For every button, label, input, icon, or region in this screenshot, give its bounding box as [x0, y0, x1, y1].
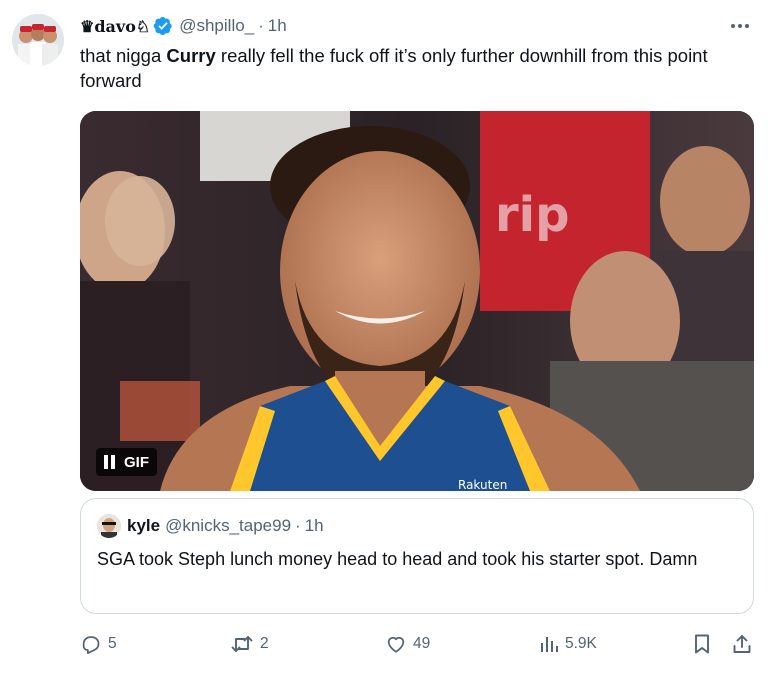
views-icon — [539, 634, 559, 654]
quoted-author-handle: @knicks_tape99 — [165, 516, 292, 535]
author-display-name[interactable]: ♛davo♘ — [80, 17, 150, 36]
share-icon — [731, 633, 753, 655]
bookmark-button[interactable] — [692, 630, 712, 658]
quoted-tweet-text: SGA took Steph lunch money head to head … — [97, 549, 698, 569]
views-button[interactable]: 5.9K — [539, 630, 597, 658]
views-count: 5.9K — [565, 635, 597, 652]
bookmark-icon — [692, 633, 712, 655]
quoted-tweet[interactable]: kyle @knicks_tape99 · 1h SGA took Steph … — [80, 498, 754, 614]
svg-text:rip: rip — [495, 187, 569, 243]
author-handle[interactable]: @shpillo_ — [179, 16, 254, 36]
retweet-icon — [230, 633, 254, 655]
gif-label: GIF — [124, 453, 149, 471]
tweet[interactable]: ♛davo♘ @shpillo_ · 1h that nigga Curry r… — [0, 0, 771, 673]
like-icon — [385, 633, 407, 655]
retweet-count: 2 — [260, 635, 269, 652]
action-bar: 5 2 49 5.9K — [80, 630, 756, 658]
tweet-timestamp[interactable]: 1h — [268, 16, 287, 36]
quoted-tweet-timestamp: 1h — [304, 516, 324, 535]
pause-icon[interactable] — [104, 455, 115, 469]
tweet-text: that nigga Curry really fell the fuck of… — [80, 43, 750, 93]
reply-button[interactable]: 5 — [80, 630, 117, 658]
jersey-sponsor-text: Rakuten — [458, 478, 507, 491]
retweet-button[interactable]: 2 — [230, 630, 269, 658]
separator-dot: · — [295, 516, 301, 535]
quoted-tweet-header: kyle @knicks_tape99 · 1h — [97, 514, 324, 538]
reply-icon — [80, 633, 102, 655]
tweet-header: ♛davo♘ @shpillo_ · 1h — [80, 14, 287, 38]
share-button[interactable] — [731, 630, 753, 658]
gif-badge[interactable]: GIF — [96, 448, 157, 476]
tweet-text-bold: Curry — [166, 45, 216, 66]
more-horizontal-icon[interactable] — [728, 16, 752, 36]
separator-dot: · — [258, 16, 264, 35]
like-button[interactable]: 49 — [385, 630, 430, 658]
reply-count: 5 — [108, 635, 117, 652]
quoted-author-name: kyle — [127, 516, 161, 535]
quoted-author-avatar — [97, 514, 121, 538]
like-count: 49 — [413, 635, 431, 652]
author-avatar[interactable] — [12, 14, 64, 66]
tweet-text-start: that nigga — [80, 45, 167, 66]
gif-media[interactable]: rip Rakuten GIF — [80, 111, 754, 491]
verified-badge-icon — [153, 16, 173, 36]
